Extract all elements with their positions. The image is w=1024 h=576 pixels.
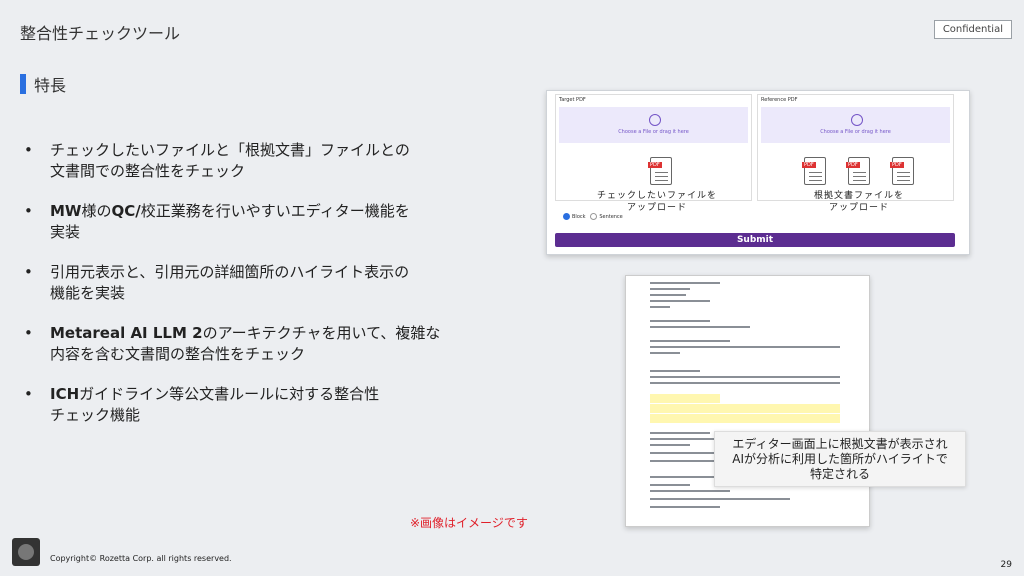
bullet-dot: • xyxy=(24,263,33,281)
section-heading: 特長 xyxy=(20,72,66,96)
dropzone-text: Choose a File or drag it here xyxy=(820,129,891,135)
pdf-file-icon: PDF xyxy=(890,157,914,185)
feature-text: チェックしたいファイルと「根拠文書」ファイルとの xyxy=(50,141,410,159)
image-note: ※画像はイメージです xyxy=(410,516,528,530)
section-accent-bar xyxy=(20,74,26,94)
pdf-tag: PDF xyxy=(846,162,860,168)
page-number: 29 xyxy=(1000,560,1012,570)
upload-icon xyxy=(850,114,863,126)
pdf-tag: PDF xyxy=(890,162,904,168)
upload-icon xyxy=(648,114,661,126)
copyright: Copyright© Rozetta Corp. all rights rese… xyxy=(50,554,232,563)
target-caption: チェックしたいファイルを アップロード xyxy=(596,191,717,213)
radio-sentence[interactable] xyxy=(590,213,598,220)
company-logo xyxy=(12,538,40,566)
target-pdf-panel: Target PDF Choose a File or drag it here… xyxy=(555,94,752,201)
feature-text: 校正業務を行いやすいエディター機能を xyxy=(140,202,410,220)
feature-text: ガイドライン等公文書ルールに対する整合性 xyxy=(79,385,380,403)
feature-text: 様の xyxy=(81,202,112,220)
feature-text: 引用元表示と、引用元の詳細箇所のハイライト表示の xyxy=(50,263,410,281)
callout-text: 特定される xyxy=(809,467,870,481)
bullet-dot: • xyxy=(24,385,33,403)
pdf-file-icon: PDF xyxy=(648,157,672,185)
pdf-tag: PDF xyxy=(648,162,662,168)
target-pdf-title: Target PDF xyxy=(559,97,586,103)
highlight xyxy=(650,394,720,403)
pdf-file-icon: PDF xyxy=(802,157,826,185)
confidential-badge: Confidential xyxy=(933,20,1012,39)
bullet-dot: • xyxy=(24,141,33,159)
callout-text: エディター画面上に根拠文書が表示され xyxy=(732,437,948,451)
feature-item-3: • 引用元表示と、引用元の詳細箇所のハイライト表示の 機能を実装 xyxy=(24,262,474,304)
feature-text: 内容を含む文書間の整合性をチェック xyxy=(50,345,306,363)
bullet-dot: • xyxy=(24,202,33,220)
reference-pdf-panel: Reference PDF Choose a File or drag it h… xyxy=(757,94,954,201)
pdf-tag: PDF xyxy=(802,162,816,168)
feature-text: 実装 xyxy=(50,223,81,241)
feature-text: 文書間での整合性をチェック xyxy=(50,162,246,180)
feature-text: チェック機能 xyxy=(50,406,141,424)
reference-caption: 根拠文書ファイルを アップロード xyxy=(813,191,904,213)
feature-item-2: • MW様のQC/校正業務を行いやすいエディター機能を実装 xyxy=(24,201,474,243)
highlight xyxy=(650,404,840,413)
section-title: 特長 xyxy=(34,76,67,95)
slide: 整合性チェックツール Confidential 特長 • チェックしたいファイル… xyxy=(0,0,1024,576)
feature-text: 機能を実装 xyxy=(50,284,126,302)
submit-button[interactable]: Submit xyxy=(555,233,955,247)
feature-bold: QC/ xyxy=(111,202,141,220)
reference-pdf-title: Reference PDF xyxy=(761,97,798,103)
callout-text: AIが分析に利用した箇所がハイライトで xyxy=(732,452,948,466)
reference-dropzone[interactable]: Choose a File or drag it here xyxy=(761,107,950,143)
radio-block-label: Block xyxy=(572,214,586,220)
radio-block[interactable] xyxy=(563,213,570,220)
feature-bold: ICH xyxy=(50,385,80,403)
feature-item-1: • チェックしたいファイルと「根拠文書」ファイルとの 文書間での整合性をチェック xyxy=(24,140,474,182)
feature-item-4: • Metareal AI LLM 2のアーキテクチャを用いて、複雑な内容を含む… xyxy=(24,323,474,365)
mode-radios: Block Sentence xyxy=(563,213,623,220)
target-dropzone[interactable]: Choose a File or drag it here xyxy=(559,107,748,143)
pdf-file-icon: PDF xyxy=(846,157,870,185)
bullet-dot: • xyxy=(24,324,33,342)
editor-callout: エディター画面上に根拠文書が表示され AIが分析に利用した箇所がハイライトで 特… xyxy=(714,431,966,487)
feature-text: のアーキテクチャを用いて、複雑な xyxy=(202,324,441,342)
editor-screenshot xyxy=(625,275,870,527)
dropzone-text: Choose a File or drag it here xyxy=(618,129,689,135)
page-title: 整合性チェックツール xyxy=(20,24,181,43)
feature-bold: Metareal AI LLM 2 xyxy=(50,324,203,342)
radio-sentence-label: Sentence xyxy=(599,214,623,220)
feature-bold: MW xyxy=(50,202,82,220)
feature-list: • チェックしたいファイルと「根拠文書」ファイルとの 文書間での整合性をチェック … xyxy=(24,140,474,445)
highlight xyxy=(650,414,840,423)
upload-screenshot: Target PDF Choose a File or drag it here… xyxy=(546,90,970,255)
feature-item-5: • ICHガイドライン等公文書ルールに対する整合性チェック機能 xyxy=(24,384,474,426)
